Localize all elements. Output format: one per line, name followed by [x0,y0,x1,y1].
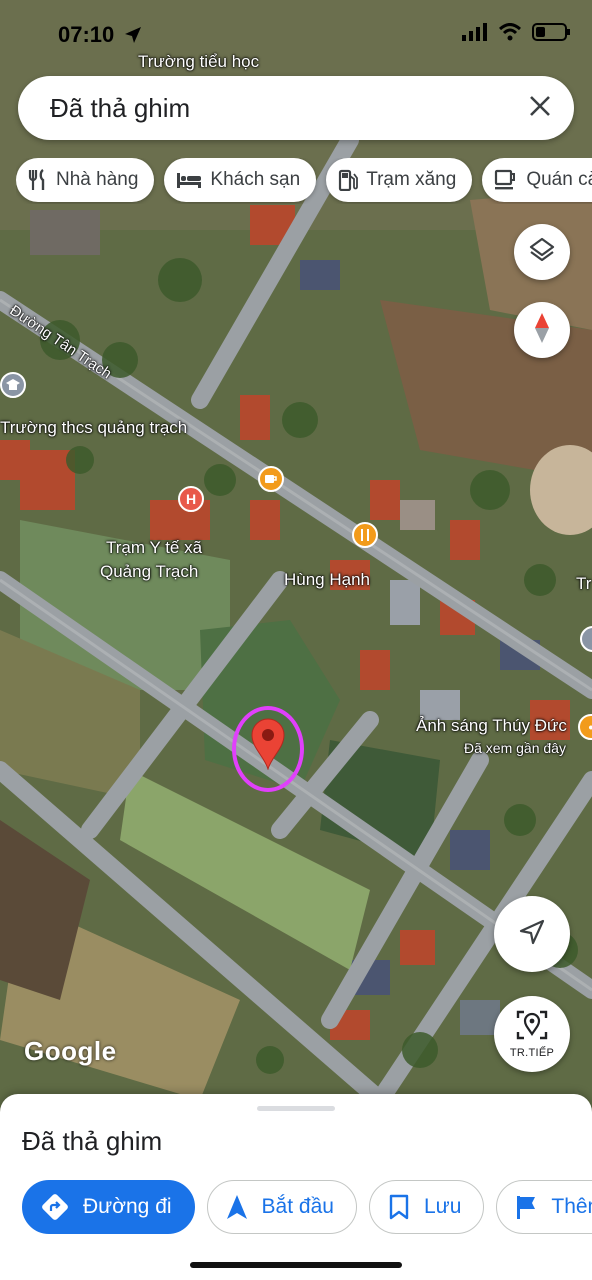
gas-station-icon [338,169,359,191]
status-time: 07:10 [58,22,115,47]
chip-restaurants[interactable]: Nhà hàng [16,158,155,202]
wifi-icon [498,23,522,46]
dropped-pin-icon[interactable] [251,718,285,775]
school-pin-icon[interactable] [0,372,26,398]
navigation-arrow-icon [226,1194,248,1220]
sheet-grabber[interactable] [257,1106,335,1111]
battery-icon [532,22,572,47]
add-label-button[interactable]: Thêm nhãn [496,1180,592,1234]
start-button[interactable]: Bắt đầu [206,1180,357,1234]
restaurant-icon [28,169,48,191]
sheet-title: Đã thả ghim [22,1126,163,1156]
chip-label: Khách sạn [210,169,301,190]
bookmark-icon [388,1194,410,1220]
layers-button[interactable] [514,224,570,280]
category-chips: Nhà hàng Khách sạn Trạm xăng Quán cà phê [16,158,592,204]
chip-hotels[interactable]: Khách sạn [164,158,317,202]
compass-button[interactable] [514,302,570,358]
save-label: Lưu [423,1195,462,1218]
my-location-button[interactable] [494,896,570,972]
search-bar[interactable]: Đã thả ghim [18,76,574,140]
cafe-pin-icon[interactable] [258,466,284,492]
map-label-school[interactable]: Trường thcs quảng trạch [0,418,187,438]
google-logo: Google [24,1036,117,1066]
map-label-restaurant[interactable]: Hùng Hạnh [284,570,370,590]
search-query[interactable]: Đã thả ghim [50,93,514,124]
coffee-icon [494,169,518,191]
navigation-arrow-icon [519,919,545,950]
close-icon [529,91,551,125]
home-indicator[interactable] [190,1262,402,1268]
flag-icon [515,1194,537,1220]
signal-icon [462,23,488,46]
location-scan-icon [516,1010,548,1045]
add-label-label: Thêm nhãn [551,1195,592,1218]
compass-icon [532,312,552,349]
map-label-clinic-line2[interactable]: Quảng Trạch [100,562,198,582]
chip-coffee[interactable]: Quán cà phê [482,158,592,202]
chip-label: Nhà hàng [56,169,139,190]
hotel-icon [176,171,202,189]
directions-icon [41,1193,69,1221]
action-buttons: Đường đi Bắt đầu Lưu Thêm nhãn [22,1180,592,1236]
directions-button[interactable]: Đường đi [22,1180,195,1234]
map-label-studio-sub: Đã xem gần đây [464,740,566,756]
map-view[interactable]: 07:10 Trường tiểu học Đường Tân Trạch Tr… [0,0,592,1120]
save-button[interactable]: Lưu [368,1180,485,1234]
map-label-top-school[interactable]: Trường tiểu học [138,52,259,72]
map-label-edge[interactable]: Tr [576,574,591,594]
start-label: Bắt đầu [261,1195,334,1218]
chip-gas-stations[interactable]: Trạm xăng [326,158,473,202]
chip-label: Quán cà phê [526,169,592,190]
directions-label: Đường đi [83,1195,172,1218]
map-label-clinic-line1[interactable]: Trạm Y tế xã [106,538,202,558]
layers-icon [528,236,556,269]
map-label-studio[interactable]: Ảnh sáng Thúy Đức [416,716,567,736]
next-button-label: TR.TIẾP [509,1046,555,1059]
location-arrow-icon [124,26,142,49]
hospital-pin-icon[interactable]: H [178,486,204,512]
restaurant-pin-icon[interactable] [352,522,378,548]
bottom-sheet[interactable]: Đã thả ghim Đường đi Bắt đầu Lưu Thê [0,1094,592,1280]
chip-label: Trạm xăng [366,169,457,190]
close-button[interactable] [514,82,566,134]
next-button[interactable]: TR.TIẾP [494,996,570,1072]
